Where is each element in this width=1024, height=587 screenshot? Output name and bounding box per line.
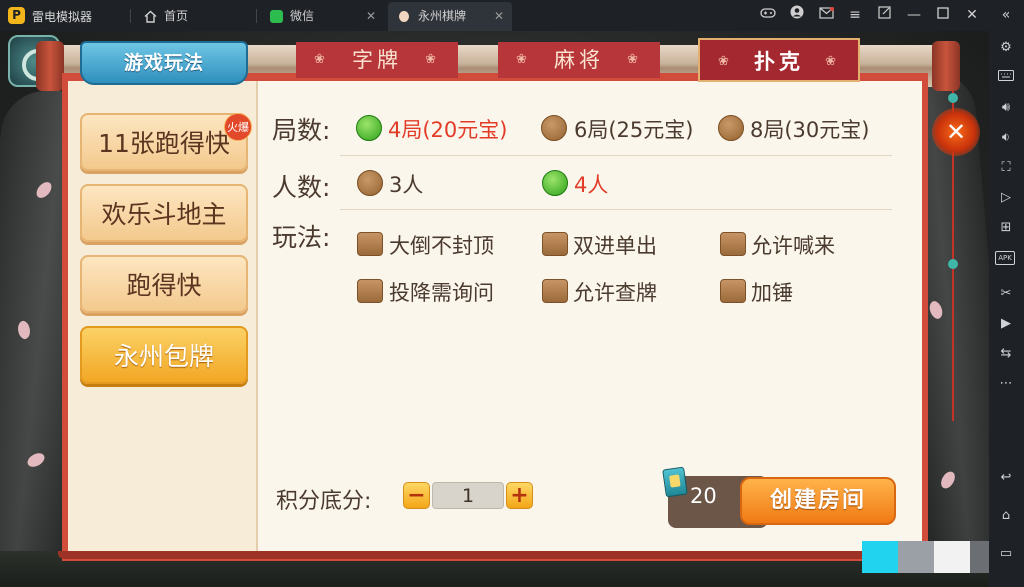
- rule-jiachui-label[interactable]: 加锤: [751, 277, 793, 307]
- account-icon[interactable]: [787, 5, 807, 25]
- rounds-label: 局数:: [272, 116, 331, 145]
- row-divider: [340, 209, 892, 210]
- tab-yongzhou-close-icon[interactable]: ✕: [494, 2, 504, 31]
- keyboard-icon[interactable]: [995, 67, 1017, 89]
- emulator-app-name: 雷电模拟器: [32, 10, 93, 24]
- tab-wechat-close-icon[interactable]: ✕: [366, 2, 376, 31]
- sync-icon[interactable]: ⇆: [995, 343, 1017, 365]
- rounds-option-4-radio[interactable]: [356, 115, 382, 141]
- add-window-icon[interactable]: ⊞: [995, 217, 1017, 239]
- emulator-side-toolbar: ⚙ 🔊︎ 🔉︎ ⛶ ▷ ⊞ APK ✂ ▶ ⇆ ⋯ ↩ ⌂ ▭: [989, 31, 1024, 587]
- rule-touxiang-checkbox[interactable]: [357, 279, 383, 303]
- bead-decoration: [948, 259, 958, 269]
- base-score-label: 积分底分:: [276, 489, 372, 514]
- tab-separator: [130, 9, 131, 23]
- popout-icon[interactable]: [874, 5, 894, 25]
- color-block: [934, 541, 970, 573]
- wechat-icon: [270, 10, 283, 23]
- score-increment-button[interactable]: +: [506, 482, 533, 509]
- rules-label: 玩法:: [272, 223, 331, 252]
- rule-dadao-label[interactable]: 大倒不封顶: [389, 230, 494, 260]
- tab-wechat[interactable]: 微信 ✕: [260, 2, 384, 31]
- minimize-icon[interactable]: —: [904, 5, 924, 25]
- volume-down-icon[interactable]: 🔉︎: [995, 127, 1017, 149]
- scissors-icon[interactable]: ✂: [995, 283, 1017, 305]
- players-option-4-radio[interactable]: [542, 170, 568, 196]
- rule-jiachui-checkbox[interactable]: [720, 279, 746, 303]
- gamepad-icon[interactable]: [758, 5, 778, 25]
- video-icon[interactable]: ▶: [995, 313, 1017, 335]
- players-option-3-label[interactable]: 3人: [389, 169, 423, 199]
- close-panel-button[interactable]: ✕: [932, 108, 980, 156]
- ingot-card-icon: [662, 466, 688, 498]
- volume-up-icon[interactable]: 🔊︎: [995, 97, 1017, 119]
- players-option-4-label[interactable]: 4人: [574, 169, 608, 199]
- emulator-titlebar: P 雷电模拟器 首页 微信 ✕ 永州棋牌 ✕ ≡ — ✕ «: [0, 0, 1024, 31]
- more-icon[interactable]: ⋯: [995, 373, 1017, 395]
- rule-chapai-checkbox[interactable]: [542, 279, 568, 303]
- row-divider: [340, 155, 892, 156]
- home-nav-icon[interactable]: ⌂: [995, 505, 1017, 527]
- color-block: [862, 541, 898, 573]
- play-record-icon[interactable]: ▷: [995, 187, 1017, 209]
- rule-dadao-checkbox[interactable]: [357, 232, 383, 256]
- hot-badge: 火爆: [224, 113, 252, 141]
- room-cost-value: 20: [690, 484, 717, 508]
- color-block: [970, 541, 989, 573]
- home-icon: [144, 10, 157, 23]
- bead-decoration: [948, 93, 958, 103]
- tab-zipai[interactable]: 字牌: [296, 42, 458, 78]
- game-item-paodekuai[interactable]: 跑得快: [80, 255, 248, 313]
- maximize-icon[interactable]: [933, 5, 953, 25]
- game-item-yongzhou-baopai[interactable]: 永州包牌: [80, 326, 248, 384]
- rounds-option-4-label[interactable]: 4局(20元宝): [388, 114, 507, 144]
- game-item-doudizhu[interactable]: 欢乐斗地主: [80, 184, 248, 242]
- settings-gear-icon[interactable]: ⚙: [995, 37, 1017, 59]
- tab-separator: [256, 9, 257, 23]
- rule-hanlai-checkbox[interactable]: [720, 232, 746, 256]
- tab-home[interactable]: 首页: [134, 2, 252, 31]
- score-value-field: 1: [432, 482, 504, 509]
- menu-icon[interactable]: ≡: [845, 5, 865, 25]
- rule-shuangjin-checkbox[interactable]: [542, 232, 568, 256]
- tab-yongzhou-qipai[interactable]: 永州棋牌 ✕: [388, 2, 512, 31]
- collapse-sidebar-icon[interactable]: «: [996, 5, 1016, 25]
- emulator-logo-icon: P: [8, 7, 25, 24]
- score-decrement-button[interactable]: −: [403, 482, 430, 509]
- panel-bottom-edge: [58, 551, 932, 559]
- mail-icon[interactable]: [816, 5, 836, 25]
- tab-puke[interactable]: 扑克: [698, 38, 860, 84]
- create-room-button[interactable]: 创建房间: [740, 477, 896, 525]
- tab-wechat-label: 微信: [290, 9, 315, 23]
- game-rules-header: 游戏玩法: [80, 41, 248, 85]
- players-option-3-radio[interactable]: [357, 170, 383, 196]
- rounds-option-8-radio[interactable]: [718, 115, 744, 141]
- game-app-icon: [399, 11, 409, 22]
- tab-yongzhou-label: 永州棋牌: [418, 9, 467, 23]
- rounds-option-8-label[interactable]: 8局(30元宝): [750, 114, 869, 144]
- rule-hanlai-label[interactable]: 允许喊来: [751, 230, 835, 260]
- tab-home-label: 首页: [164, 9, 189, 23]
- tab-majiang[interactable]: 麻将: [498, 42, 660, 78]
- rule-shuangjin-label[interactable]: 双进单出: [573, 230, 657, 260]
- back-icon[interactable]: ↩: [995, 467, 1017, 489]
- close-window-icon[interactable]: ✕: [962, 5, 982, 25]
- rounds-option-6-radio[interactable]: [541, 115, 567, 141]
- scroll-rod-cap: [36, 41, 64, 91]
- recent-apps-icon[interactable]: ▭: [995, 543, 1017, 565]
- game-item-11-paodekuai[interactable]: 11张跑得快: [80, 113, 248, 171]
- players-label: 人数:: [272, 173, 331, 202]
- rule-touxiang-label[interactable]: 投降需询问: [389, 277, 494, 307]
- rule-chapai-label[interactable]: 允许查牌: [573, 277, 657, 307]
- rounds-option-6-label[interactable]: 6局(25元宝): [574, 114, 693, 144]
- scroll-rod-cap: [932, 41, 960, 91]
- apk-install-icon[interactable]: APK: [995, 251, 1017, 273]
- color-block: [898, 541, 934, 573]
- fullscreen-icon[interactable]: ⛶: [995, 157, 1017, 179]
